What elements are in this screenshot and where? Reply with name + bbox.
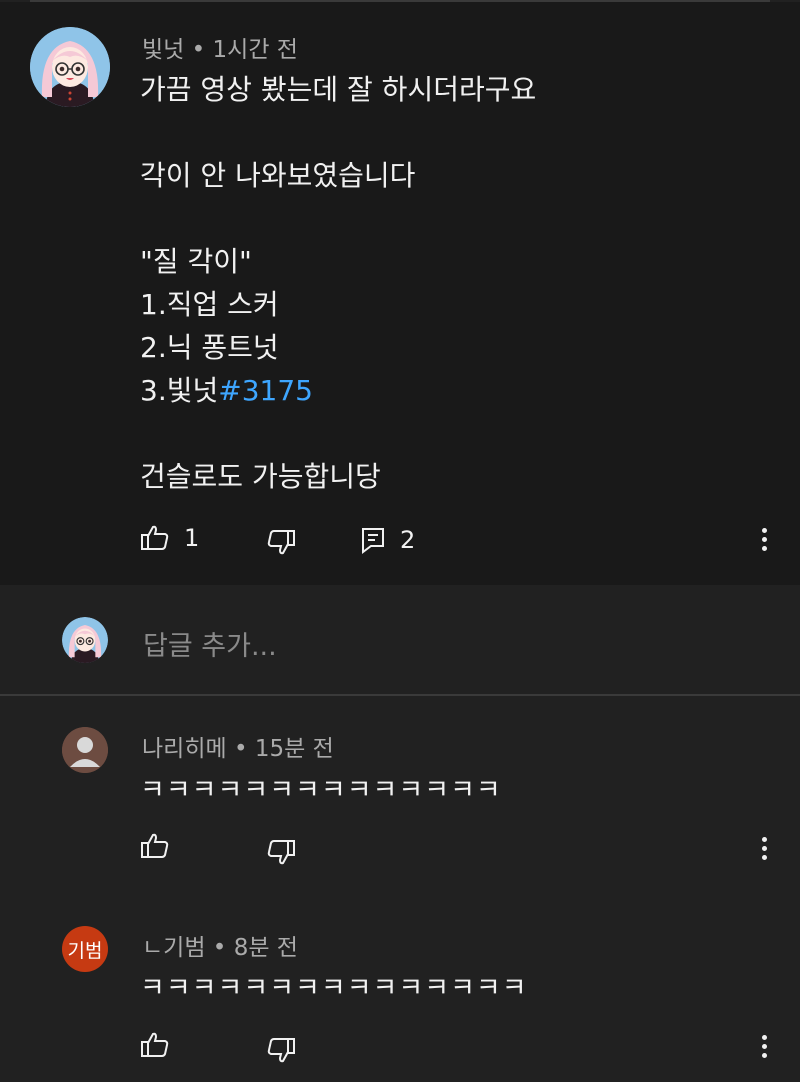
comment-line: 각이 안 나와보였습니다 xyxy=(140,159,416,192)
reply-count: 2 xyxy=(400,526,416,554)
reply-meta: ㄴ기범 • 8분 전 xyxy=(142,928,298,962)
thumbs-down-icon xyxy=(267,530,295,555)
thumbs-down-icon xyxy=(267,840,295,865)
reply-author[interactable]: ㄴ기범 xyxy=(142,935,205,961)
comment-time: 1시간 전 xyxy=(212,37,298,63)
comment-line: 건슬로도 가능합니당 xyxy=(140,460,381,493)
avatar[interactable] xyxy=(30,27,110,107)
comment-icon xyxy=(362,528,384,554)
meta-separator: • xyxy=(205,935,234,961)
comment-line: 3.빛넛 xyxy=(140,374,219,407)
thumbs-down-icon xyxy=(267,1038,295,1063)
like-button[interactable] xyxy=(140,832,170,860)
comment-author[interactable]: 빛넛 xyxy=(142,37,184,63)
comment-line: "질 각이" xyxy=(140,245,252,278)
reply-author[interactable]: 나리히메 xyxy=(142,736,227,762)
reply-box xyxy=(0,585,800,695)
more-vertical-icon[interactable] xyxy=(760,837,768,864)
comment-line: 가끔 영상 봤는데 잘 하시더라구요 xyxy=(140,73,537,106)
like-button[interactable] xyxy=(140,1031,170,1059)
more-vertical-icon[interactable] xyxy=(760,1035,768,1062)
comment-line xyxy=(140,111,536,154)
comment-meta: 빛넛 • 1시간 전 xyxy=(142,30,298,64)
dislike-button[interactable] xyxy=(266,1036,296,1064)
reply-input[interactable]: 답글 추가... xyxy=(143,624,277,663)
reply-time: 8분 전 xyxy=(233,935,298,961)
more-vertical-icon[interactable] xyxy=(760,528,768,555)
reply-meta: 나리히메 • 15분 전 xyxy=(142,729,334,763)
comment-line: 1.직업 스커 xyxy=(140,288,279,321)
reply-time: 15분 전 xyxy=(254,736,334,762)
comment-line: 2.닉 퐁트넛 xyxy=(140,331,279,364)
avatar[interactable]: 기범 xyxy=(62,926,108,972)
hashtag-link[interactable]: #3175 xyxy=(218,374,313,407)
reply-text: ㅋㅋㅋㅋㅋㅋㅋㅋㅋㅋㅋㅋㅋㅋ xyxy=(140,775,502,806)
dislike-button[interactable] xyxy=(266,528,296,556)
reply-text: ㅋㅋㅋㅋㅋㅋㅋㅋㅋㅋㅋㅋㅋㅋㅋ xyxy=(140,973,528,1004)
dislike-button[interactable] xyxy=(266,838,296,866)
like-count: 1 xyxy=(184,524,200,552)
comment-line-with-hashtag: 3.빛넛#3175 xyxy=(140,369,536,412)
thumbs-up-icon xyxy=(141,525,169,550)
thumbs-up-icon xyxy=(141,833,169,858)
reply-button[interactable]: 2 xyxy=(360,526,415,554)
thumbs-up-icon xyxy=(141,1032,169,1057)
divider xyxy=(0,694,800,696)
like-button[interactable]: 1 xyxy=(140,524,199,552)
avatar[interactable] xyxy=(62,727,108,773)
meta-separator: • xyxy=(184,37,213,63)
comment-line xyxy=(140,412,536,455)
meta-separator: • xyxy=(226,736,255,762)
avatar xyxy=(62,617,108,663)
comment-line xyxy=(140,197,536,240)
comment-body: 가끔 영상 봤는데 잘 하시더라구요 각이 안 나와보였습니다 "질 각이" 1… xyxy=(140,68,536,498)
